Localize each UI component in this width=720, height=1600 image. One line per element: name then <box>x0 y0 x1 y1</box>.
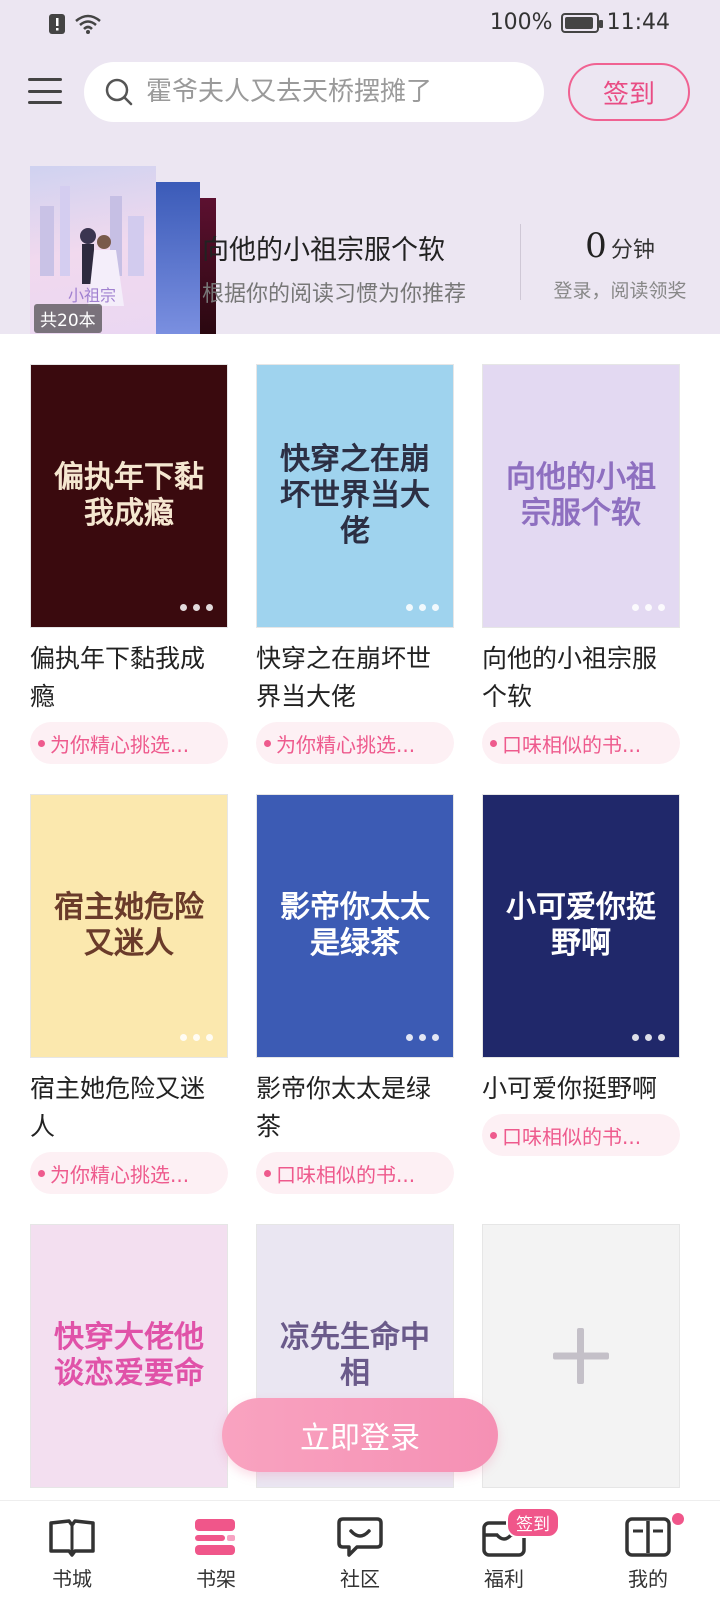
stack-cover-middle <box>154 182 200 334</box>
add-book-card[interactable] <box>482 1224 680 1488</box>
book-card[interactable]: 宿主她危险又迷人 宿主她危险又迷人 为你精心挑选... <box>30 794 228 1194</box>
search-bar[interactable] <box>84 62 544 122</box>
book-tag: 口味相似的书... <box>482 722 680 764</box>
book-title[interactable]: 向他的小祖宗服个软 <box>482 640 680 716</box>
nav-item-welfare[interactable]: 福利 签到 <box>432 1501 576 1600</box>
cover-title: 快穿大佬他谈恋爱要命 <box>54 1320 204 1391</box>
book-title[interactable]: 快穿之在崩坏世界当大佬 <box>256 640 454 716</box>
menu-bar <box>28 89 62 93</box>
cover-title: 小可爱你挺野啊 <box>506 890 656 961</box>
bottom-nav: 书城 书架 社区 福利 签到 我的 <box>0 1500 720 1600</box>
book-card[interactable]: 快穿之在崩坏世界当大佬 快穿之在崩坏世界当大佬 为你精心挑选... <box>256 364 454 764</box>
cover-title: 宿主她危险又迷人 <box>54 890 204 961</box>
bookshelf-icon <box>195 1519 235 1555</box>
book-title[interactable]: 影帝你太太是绿茶 <box>256 1070 454 1146</box>
book-card[interactable]: 快穿大佬他谈恋爱要命 <box>30 1224 228 1488</box>
book-card[interactable]: 向他的小祖宗服个软 向他的小祖宗服个软 口味相似的书... <box>482 364 680 764</box>
more-dots-icon[interactable] <box>180 604 213 611</box>
alert-icon <box>49 14 65 34</box>
battery-percent: 100% <box>489 10 553 35</box>
nav-item-bookshelf[interactable]: 书架 <box>144 1501 288 1600</box>
battery-icon <box>560 12 603 33</box>
book-cover[interactable]: 宿主她危险又迷人 <box>30 794 228 1058</box>
notification-dot <box>672 1513 684 1525</box>
more-dots-icon[interactable] <box>406 1034 439 1041</box>
reading-minutes: 0 <box>585 226 607 266</box>
wifi-icon <box>75 14 101 34</box>
book-cover[interactable]: 快穿之在崩坏世界当大佬 <box>256 364 454 628</box>
plus-icon <box>553 1328 609 1384</box>
cover-title: 偏执年下黏我成瘾 <box>54 460 204 531</box>
book-open-icon <box>49 1519 95 1557</box>
cover-title: 向他的小祖宗服个软 <box>506 460 656 531</box>
cover-title: 影帝你太太是绿茶 <box>280 890 430 961</box>
book-card[interactable]: 偏执年下黏我成瘾 偏执年下黏我成瘾 为你精心挑选... <box>30 364 228 764</box>
recommended-book-stack[interactable]: 小祖宗 共20本 <box>30 166 216 334</box>
login-reward-hint[interactable]: 登录，阅读领奖 <box>540 276 700 303</box>
book-count-badge: 共20本 <box>34 304 102 333</box>
add-book-button[interactable] <box>482 1224 680 1488</box>
more-dots-icon[interactable] <box>180 1034 213 1041</box>
book-card[interactable]: 影帝你太太是绿茶 影帝你太太是绿茶 口味相似的书... <box>256 794 454 1194</box>
recommended-subtitle: 根据你的阅读习惯为你推荐 <box>202 282 467 307</box>
menu-bar <box>28 101 62 104</box>
login-now-button[interactable]: 立即登录 <box>222 1398 498 1472</box>
nav-label: 书架 <box>196 1567 236 1591</box>
book-cover[interactable]: 快穿大佬他谈恋爱要命 <box>30 1224 228 1488</box>
book-tag: 口味相似的书... <box>482 1114 680 1156</box>
nav-item-mine[interactable]: 我的 <box>576 1501 720 1600</box>
nav-label: 我的 <box>628 1567 668 1591</box>
profile-card-icon <box>625 1517 671 1557</box>
cover-title: 凉先生命中相 <box>280 1320 430 1391</box>
nav-label: 福利 <box>484 1567 524 1591</box>
book-title[interactable]: 宿主她危险又迷人 <box>30 1070 228 1146</box>
battery-fill <box>564 16 594 29</box>
divider <box>520 224 521 300</box>
book-tag: 为你精心挑选... <box>30 1152 228 1194</box>
book-cover[interactable]: 影帝你太太是绿茶 <box>256 794 454 1058</box>
chat-icon <box>337 1517 383 1557</box>
search-icon <box>105 78 133 106</box>
reading-time[interactable]: 0 分钟 <box>540 226 700 266</box>
checkin-badge: 签到 <box>506 1507 560 1538</box>
more-dots-icon[interactable] <box>406 604 439 611</box>
reading-minutes-unit: 分钟 <box>610 238 655 263</box>
clock: 11:44 <box>606 10 670 35</box>
cover-title: 快穿之在崩坏世界当大佬 <box>280 442 430 549</box>
book-title[interactable]: 偏执年下黏我成瘾 <box>30 640 228 716</box>
svg-text:小祖宗: 小祖宗 <box>68 286 116 305</box>
nav-label: 社区 <box>340 1567 380 1591</box>
book-cover[interactable]: 偏执年下黏我成瘾 <box>30 364 228 628</box>
book-card[interactable]: 小可爱你挺野啊 小可爱你挺野啊 口味相似的书... <box>482 794 680 1156</box>
menu-bar <box>28 78 62 81</box>
menu-button[interactable] <box>28 74 62 108</box>
book-title[interactable]: 小可爱你挺野啊 <box>482 1070 680 1108</box>
book-cover[interactable]: 向他的小祖宗服个软 <box>482 364 680 628</box>
nav-label: 书城 <box>52 1567 92 1591</box>
more-dots-icon[interactable] <box>632 604 665 611</box>
recommended-title[interactable]: 向他的小祖宗服个软 <box>202 228 445 267</box>
book-tag: 为你精心挑选... <box>256 722 454 764</box>
nav-item-bookstore[interactable]: 书城 <box>0 1501 144 1600</box>
more-dots-icon[interactable] <box>632 1034 665 1041</box>
checkin-button[interactable]: 签到 <box>568 63 690 121</box>
status-bar: 100% 11:44 <box>0 0 720 50</box>
book-tag: 为你精心挑选... <box>30 722 228 764</box>
search-input[interactable] <box>146 77 526 107</box>
book-tag: 口味相似的书... <box>256 1152 454 1194</box>
book-cover[interactable]: 小可爱你挺野啊 <box>482 794 680 1058</box>
nav-item-community[interactable]: 社区 <box>288 1501 432 1600</box>
